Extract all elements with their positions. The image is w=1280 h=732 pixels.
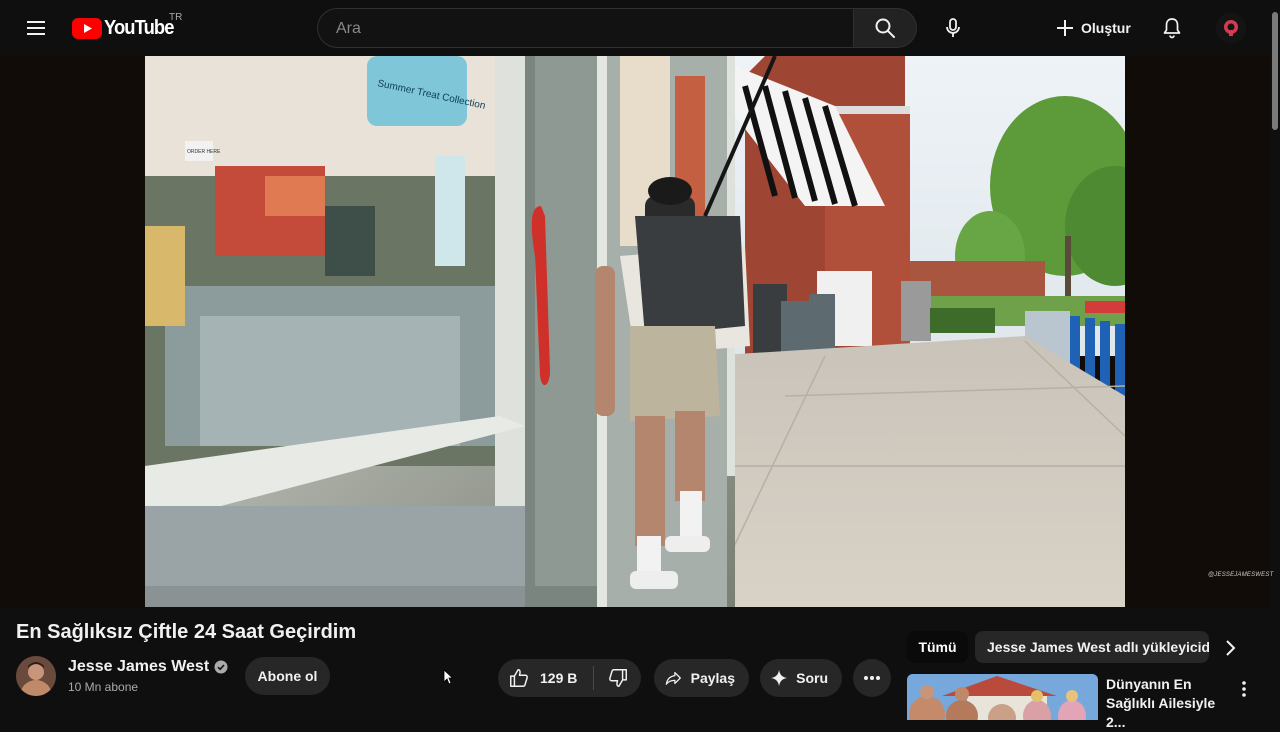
sparkle-icon (770, 669, 788, 687)
hamburger-menu-icon (27, 21, 45, 35)
mouse-cursor-icon (443, 669, 453, 685)
notifications-button[interactable] (1152, 8, 1192, 48)
recommended-video-thumbnail[interactable] (907, 674, 1098, 720)
video-scene: Summer Treat Collection ORDER HERE (145, 56, 1125, 607)
microphone-icon (946, 18, 960, 37)
voice-search-button[interactable] (933, 8, 973, 48)
plus-icon (1057, 20, 1073, 36)
page-scrollbar[interactable] (1270, 0, 1280, 720)
subscribe-button[interactable]: Abone ol (245, 657, 330, 695)
chevron-right-icon (1226, 640, 1236, 656)
more-horizontal-icon (864, 676, 880, 680)
country-code: TR (169, 12, 183, 23)
masthead: YouTube TR Oluştur (0, 0, 1280, 56)
account-avatar-icon (1216, 13, 1246, 43)
ask-button[interactable]: Soru (760, 659, 842, 697)
scrollbar-thumb[interactable] (1272, 12, 1278, 130)
search-button[interactable] (853, 8, 917, 48)
youtube-logo-text: YouTube (104, 16, 174, 39)
guide-menu-button[interactable] (16, 8, 56, 48)
like-dislike-group: 129 B (498, 659, 641, 697)
youtube-play-logo-icon (72, 17, 102, 39)
dislike-button[interactable] (594, 659, 641, 697)
order-here-text: ORDER HERE (187, 149, 221, 155)
ask-label: Soru (796, 670, 828, 686)
search-icon (875, 18, 895, 38)
video-watermark: @JESSEJAMESWEST (1208, 572, 1274, 578)
channel-name[interactable]: Jesse James West (68, 658, 209, 676)
thumbs-down-icon (608, 669, 627, 687)
thumbs-up-icon (510, 669, 528, 687)
thumbnail-image (907, 674, 1098, 720)
video-frame[interactable]: Summer Treat Collection ORDER HERE (145, 56, 1125, 607)
chip-channel-uploads[interactable]: Jesse James West adlı yükleyiciden (975, 631, 1209, 663)
like-button[interactable]: 129 B (498, 659, 593, 697)
share-button[interactable]: Paylaş (654, 659, 749, 697)
create-button[interactable]: Oluştur (1045, 8, 1141, 48)
recommended-video-title[interactable]: Dünyanın En Sağlıklı Ailesiyle 2... (1106, 675, 1232, 732)
video-title: En Sağlıksız Çiftle 24 Saat Geçirdim (16, 621, 357, 643)
share-label: Paylaş (690, 670, 735, 686)
chip-all[interactable]: Tümü (907, 631, 968, 663)
channel-name-row[interactable]: Jesse James West (68, 658, 228, 676)
share-arrow-icon (665, 671, 681, 685)
subscriber-count: 10 Mn abone (68, 680, 139, 694)
youtube-logo[interactable]: YouTube (72, 16, 180, 40)
channel-avatar-image (16, 656, 56, 696)
account-avatar[interactable] (1216, 13, 1246, 43)
chips-next-button[interactable] (1214, 632, 1246, 664)
verified-badge-icon (214, 660, 228, 674)
more-actions-button[interactable] (853, 659, 891, 697)
more-vertical-icon (1242, 681, 1246, 697)
video-player[interactable]: Summer Treat Collection ORDER HERE @JESS… (0, 56, 1274, 607)
create-label: Oluştur (1081, 20, 1131, 36)
bell-icon (1163, 18, 1181, 39)
search-input[interactable] (334, 9, 838, 49)
channel-avatar[interactable] (16, 656, 56, 696)
search-box (317, 8, 853, 49)
like-count: 129 B (540, 670, 578, 686)
recommended-video-menu[interactable] (1232, 677, 1256, 701)
